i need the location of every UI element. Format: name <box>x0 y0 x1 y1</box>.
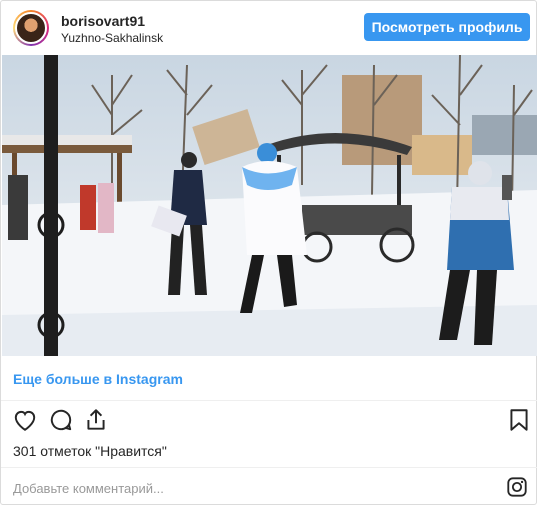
video-frame-picture <box>2 55 537 356</box>
instagram-embed: borisovart91 Yuzhno-Sakhalinsk Посмотрет… <box>0 0 537 505</box>
more-in-instagram-link[interactable]: Еще больше в Instagram <box>1 357 537 401</box>
bookmark-icon[interactable] <box>506 407 532 433</box>
view-profile-button[interactable]: Посмотреть профиль <box>364 13 530 41</box>
heart-icon[interactable] <box>12 407 38 433</box>
more-in-instagram-label: Еще больше в Instagram <box>13 371 183 387</box>
avatar[interactable] <box>13 10 49 46</box>
share-icon[interactable] <box>83 407 109 433</box>
comment-input[interactable]: Добавьте комментарий... <box>13 481 164 496</box>
action-bar <box>1 403 537 439</box>
instagram-icon[interactable] <box>506 476 528 498</box>
comment-bar[interactable]: Добавьте комментарий... <box>1 467 537 506</box>
comment-icon[interactable] <box>48 407 74 433</box>
location[interactable]: Yuzhno-Sakhalinsk <box>61 31 163 45</box>
post-header: borisovart91 Yuzhno-Sakhalinsk Посмотрет… <box>1 1 537 55</box>
username[interactable]: borisovart91 <box>61 13 145 29</box>
likes-count[interactable]: 301 отметок "Нравится" <box>13 443 167 459</box>
video-frame[interactable] <box>2 55 537 356</box>
